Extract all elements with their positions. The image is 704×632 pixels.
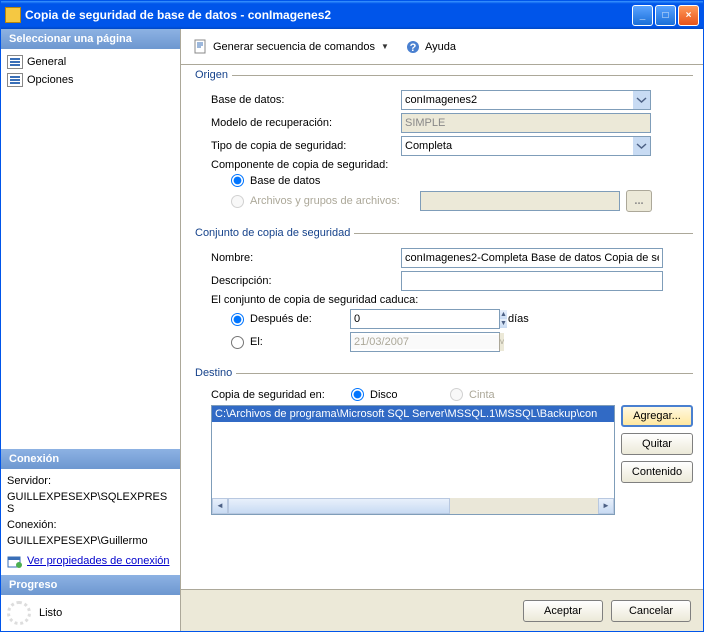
- name-label: Nombre:: [211, 252, 401, 264]
- ok-button[interactable]: Aceptar: [523, 600, 603, 622]
- component-files-radio: [231, 195, 244, 208]
- sidebar-item-opciones[interactable]: Opciones: [7, 71, 174, 89]
- files-field: [420, 191, 620, 211]
- scroll-right-icon[interactable]: ►: [598, 498, 614, 514]
- origin-group: Origen Base de datos: conImagenes2 Model…: [191, 69, 693, 223]
- database-select[interactable]: conImagenes2: [401, 90, 651, 110]
- horizontal-scrollbar[interactable]: ◄ ►: [212, 498, 614, 514]
- connection-label: Conexión:: [7, 519, 174, 531]
- page-icon: [7, 73, 23, 87]
- scroll-thumb[interactable]: [228, 498, 450, 514]
- page-icon: [7, 55, 23, 69]
- dialog-footer: Aceptar Cancelar: [181, 589, 703, 631]
- window-title: Copia de seguridad de base de datos - co…: [25, 8, 632, 22]
- minimize-button[interactable]: _: [632, 5, 653, 26]
- destination-group: Destino Copia de seguridad en: Disco Cin…: [191, 367, 693, 523]
- spin-down-icon[interactable]: ▼: [499, 319, 507, 328]
- help-button[interactable]: ? Ayuda: [399, 36, 462, 58]
- help-icon: ?: [405, 39, 421, 55]
- database-label: Base de datos:: [211, 94, 401, 106]
- component-files-label: Archivos y grupos de archivos:: [250, 195, 420, 207]
- contents-button[interactable]: Contenido: [621, 461, 693, 483]
- close-button[interactable]: ×: [678, 5, 699, 26]
- calendar-dropdown-icon: v: [499, 333, 504, 351]
- description-field[interactable]: [401, 271, 663, 291]
- backup-set-legend: Conjunto de copia de seguridad: [191, 227, 354, 239]
- expire-days-input[interactable]: [351, 310, 499, 328]
- connection-header: Conexión: [1, 449, 180, 469]
- view-connection-props-link[interactable]: Ver propiedades de conexión: [7, 553, 174, 569]
- maximize-button[interactable]: □: [655, 5, 676, 26]
- component-database-label: Base de datos: [250, 175, 320, 187]
- files-browse-button: ...: [626, 190, 652, 212]
- sidebar-item-label: Opciones: [27, 74, 73, 86]
- dest-tape-radio: [450, 388, 463, 401]
- sidebar: Seleccionar una página General Opciones …: [1, 29, 181, 631]
- dest-disk-label: Disco: [370, 389, 450, 401]
- expire-label: El conjunto de copia de seguridad caduca…: [211, 294, 418, 306]
- name-field[interactable]: [401, 248, 663, 268]
- sidebar-item-label: General: [27, 56, 66, 68]
- component-database-radio[interactable]: [231, 174, 244, 187]
- component-label: Componente de copia de seguridad:: [211, 159, 388, 171]
- svg-text:?: ?: [410, 42, 417, 54]
- properties-icon: [7, 553, 23, 569]
- spin-up-icon[interactable]: ▲: [499, 310, 507, 319]
- expire-after-radio[interactable]: [231, 313, 244, 326]
- destination-listbox[interactable]: C:\Archivos de programa\Microsoft SQL Se…: [211, 405, 615, 515]
- description-label: Descripción:: [211, 275, 401, 287]
- dialog-window: Copia de seguridad de base de datos - co…: [0, 0, 704, 632]
- main-panel: Generar secuencia de comandos ▼ ? Ayuda …: [181, 29, 703, 631]
- backup-type-select[interactable]: Completa: [401, 136, 651, 156]
- toolbar: Generar secuencia de comandos ▼ ? Ayuda: [181, 29, 703, 65]
- progress-spinner-icon: [7, 601, 31, 625]
- remove-button[interactable]: Quitar: [621, 433, 693, 455]
- server-label: Servidor:: [7, 475, 174, 487]
- expire-on-radio[interactable]: [231, 336, 244, 349]
- backup-to-label: Copia de seguridad en:: [211, 389, 351, 401]
- progress-header: Progreso: [1, 575, 180, 595]
- recovery-model-field: [401, 113, 651, 133]
- recovery-model-label: Modelo de recuperación:: [211, 117, 401, 129]
- add-button[interactable]: Agregar...: [621, 405, 693, 427]
- dest-disk-radio[interactable]: [351, 388, 364, 401]
- expire-date-field: v: [350, 332, 500, 352]
- expire-on-label: El:: [250, 336, 350, 348]
- origin-legend: Origen: [191, 69, 232, 81]
- nav-header: Seleccionar una página: [1, 29, 180, 49]
- cancel-button[interactable]: Cancelar: [611, 600, 691, 622]
- expire-after-label: Después de:: [250, 313, 350, 325]
- app-icon: [5, 7, 21, 23]
- days-label: días: [508, 313, 529, 325]
- server-value: GUILLEXPESEXP\SQLEXPRESS: [7, 491, 174, 515]
- destination-item[interactable]: C:\Archivos de programa\Microsoft SQL Se…: [212, 406, 614, 422]
- title-bar[interactable]: Copia de seguridad de base de datos - co…: [1, 1, 703, 29]
- connection-value: GUILLEXPESEXP\Guillermo: [7, 535, 174, 547]
- backup-type-label: Tipo de copia de seguridad:: [211, 140, 401, 152]
- dropdown-arrow-icon: ▼: [381, 42, 389, 51]
- script-icon: [193, 39, 209, 55]
- progress-status: Listo: [39, 607, 62, 619]
- expire-days-stepper[interactable]: ▲▼: [350, 309, 500, 329]
- scroll-left-icon[interactable]: ◄: [212, 498, 228, 514]
- destination-legend: Destino: [191, 367, 236, 379]
- backup-set-group: Conjunto de copia de seguridad Nombre: D…: [191, 227, 693, 363]
- script-button[interactable]: Generar secuencia de comandos ▼: [187, 36, 395, 58]
- sidebar-item-general[interactable]: General: [7, 53, 174, 71]
- dest-tape-label: Cinta: [469, 389, 659, 401]
